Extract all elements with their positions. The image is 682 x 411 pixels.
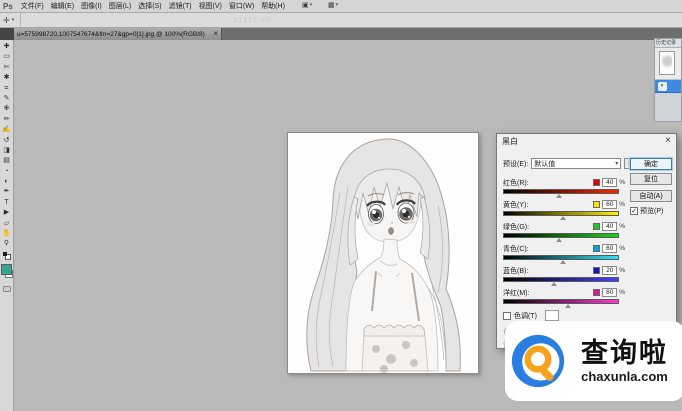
menu-filter[interactable]: 滤镜(T) [167,1,194,11]
dialog-title: 黑白 [502,136,518,147]
preset-dropdown[interactable]: 默认值 ▾ [531,158,621,169]
preview-option: ✓ 预览(P) [630,206,663,216]
menu-view[interactable]: 视图(V) [197,1,224,11]
history-panel-header[interactable]: 历史记录 [655,39,681,48]
quick-selection-tool-icon[interactable]: ✱ [0,73,13,83]
tool-preset-picker[interactable]: ✛ ▾ [0,13,21,27]
menu-select[interactable]: 选择(S) [136,1,163,11]
chevron-down-icon: ▾ [310,2,313,8]
history-brush-tool-icon[interactable]: ↺ [0,136,13,146]
preset-value: 默认值 [534,159,555,169]
main-menu: 文件(F) 编辑(E) 图像(I) 图层(L) 选择(S) 滤镜(T) 视图(V… [19,1,287,11]
preset-label: 预设(E): [503,159,528,169]
watermark-text: 查询啦 chaxunla.com [569,338,680,384]
tint-option: 色调(T) [503,310,559,321]
watermark-brand: 查询啦 [581,338,668,369]
workspace-grid-icon: ▦ [328,1,335,9]
tint-color-swatch[interactable] [545,310,559,321]
history-panel: 历史记录 ◐ [654,38,682,122]
menu-bar: Ps 文件(F) 编辑(E) 图像(I) 图层(L) 选择(S) 滤镜(T) 视… [0,0,682,13]
lasso-tool-icon[interactable]: ✄ [0,63,13,73]
eraser-tool-icon[interactable]: ◨ [0,146,13,156]
current-tool-icon: ✛ [3,16,10,25]
healing-brush-tool-icon[interactable]: ✙ [0,104,13,114]
quick-mask-icon[interactable] [3,286,11,292]
watermark-domain: chaxunla.com [581,369,668,384]
hand-tool-icon[interactable]: ✋ [0,229,13,239]
dialog-title-bar: 黑白 × [497,134,676,148]
zoom-tool-icon[interactable]: ⚲ [0,239,13,249]
type-tool-icon[interactable]: T [0,198,13,208]
tool-options-bar: ✛ ▾ -21315-eff [0,13,682,28]
tint-label: 色调(T) [514,311,537,321]
tint-checkbox[interactable] [503,312,511,320]
reset-button[interactable]: 复位 [630,173,672,185]
ok-button[interactable]: 确定 [630,158,672,170]
snapshot-thumbnail [659,51,675,75]
green-slider: 绿色(G): 40 % [503,222,625,244]
menu-file[interactable]: 文件(F) [19,1,46,11]
photoshop-logo: Ps [3,2,13,11]
chaxunla-watermark: 查询啦 chaxunla.com [505,321,682,401]
document-tab[interactable]: u=575998720,1007547674&fm=27&gp=0[1].jpg… [14,28,222,40]
canvas-image [288,133,478,373]
tools-panel: ✚ ▭ ✄ ✱ ⌗ ✎ ✙ ✏ ✍ ↺ ◨ ▤ [0,40,14,411]
workspace-switcher-button[interactable]: ▦ ▾ [328,1,338,9]
move-tool-icon[interactable]: ✚ [0,42,13,52]
chevron-down-icon: ▾ [615,160,618,167]
dialog-close-icon[interactable]: × [665,135,671,147]
color-swatches [0,252,13,302]
adjustment-icon: ◐ [658,82,667,91]
chevron-down-icon: ▾ [12,17,15,23]
photoshop-window: Ps 文件(F) 编辑(E) 图像(I) 图层(L) 选择(S) 滤镜(T) 视… [0,0,682,411]
chaxunla-logo-icon [510,333,566,389]
yellow-slider: 黄色(Y): 60 % [503,200,625,222]
document-canvas[interactable] [287,132,479,374]
preview-checkbox[interactable]: ✓ [630,207,638,215]
history-snapshot-row[interactable] [655,48,681,80]
blue-slider: 蓝色(B): 20 % [503,266,625,288]
menu-layer[interactable]: 图层(L) [107,1,134,11]
crop-tool-icon[interactable]: ⌗ [0,84,13,94]
brush-tool-icon[interactable]: ✏ [0,115,13,125]
tabbar-corner-block [0,28,14,40]
red-slider: 红色(R): 40 % [503,178,625,200]
magenta-slider: 洋红(M): 80 % [503,288,625,310]
eyedropper-tool-icon[interactable]: ✎ [0,94,13,104]
default-colors-icon[interactable] [3,252,11,260]
path-selection-tool-icon[interactable]: ▶ [0,208,13,218]
document-tab-title: u=575998720,1007547674&fm=27&gp=0[1].jpg… [17,31,210,38]
black-white-dialog: 黑白 × 预设(E): 默认值 ▾ ≡ 红色(R): 40 % [496,133,677,349]
tab-close-icon[interactable]: × [213,29,218,39]
channel-sliders: 红色(R): 40 % 黄色(Y): 60 % [503,178,625,310]
tool-buttons: ✚ ▭ ✄ ✱ ⌗ ✎ ✙ ✏ ✍ ↺ ◨ ▤ [0,40,13,250]
auto-button[interactable]: 自动(A) [630,190,672,202]
dodge-tool-icon[interactable]: ◐ [0,177,13,187]
menu-help[interactable]: 帮助(H) [259,1,287,11]
marquee-tool-icon[interactable]: ▭ [0,52,13,62]
foreground-color-swatch[interactable] [1,264,12,275]
document-tab-bar: u=575998720,1007547674&fm=27&gp=0[1].jpg… [0,28,682,40]
blur-tool-icon[interactable]: ◔ [0,167,13,177]
arrange-documents-icon: ▣ [302,1,309,9]
pen-tool-icon[interactable]: ✒ [0,187,13,197]
chevron-down-icon: ▾ [336,2,339,8]
menu-edit[interactable]: 编辑(E) [49,1,76,11]
gradient-tool-icon[interactable]: ▤ [0,156,13,166]
arrange-documents-button[interactable]: ▣ ▾ [302,1,312,9]
shape-tool-icon[interactable]: ▱ [0,219,13,229]
optionsbar-faint-text: -21315-eff [230,17,272,24]
preview-label: 预览(P) [640,206,663,216]
menu-window[interactable]: 窗口(W) [227,1,256,11]
clone-stamp-tool-icon[interactable]: ✍ [0,125,13,135]
cyan-slider: 青色(C): 60 % [503,244,625,266]
menu-image[interactable]: 图像(I) [79,1,104,11]
history-state-selected[interactable]: ◐ [655,80,681,93]
